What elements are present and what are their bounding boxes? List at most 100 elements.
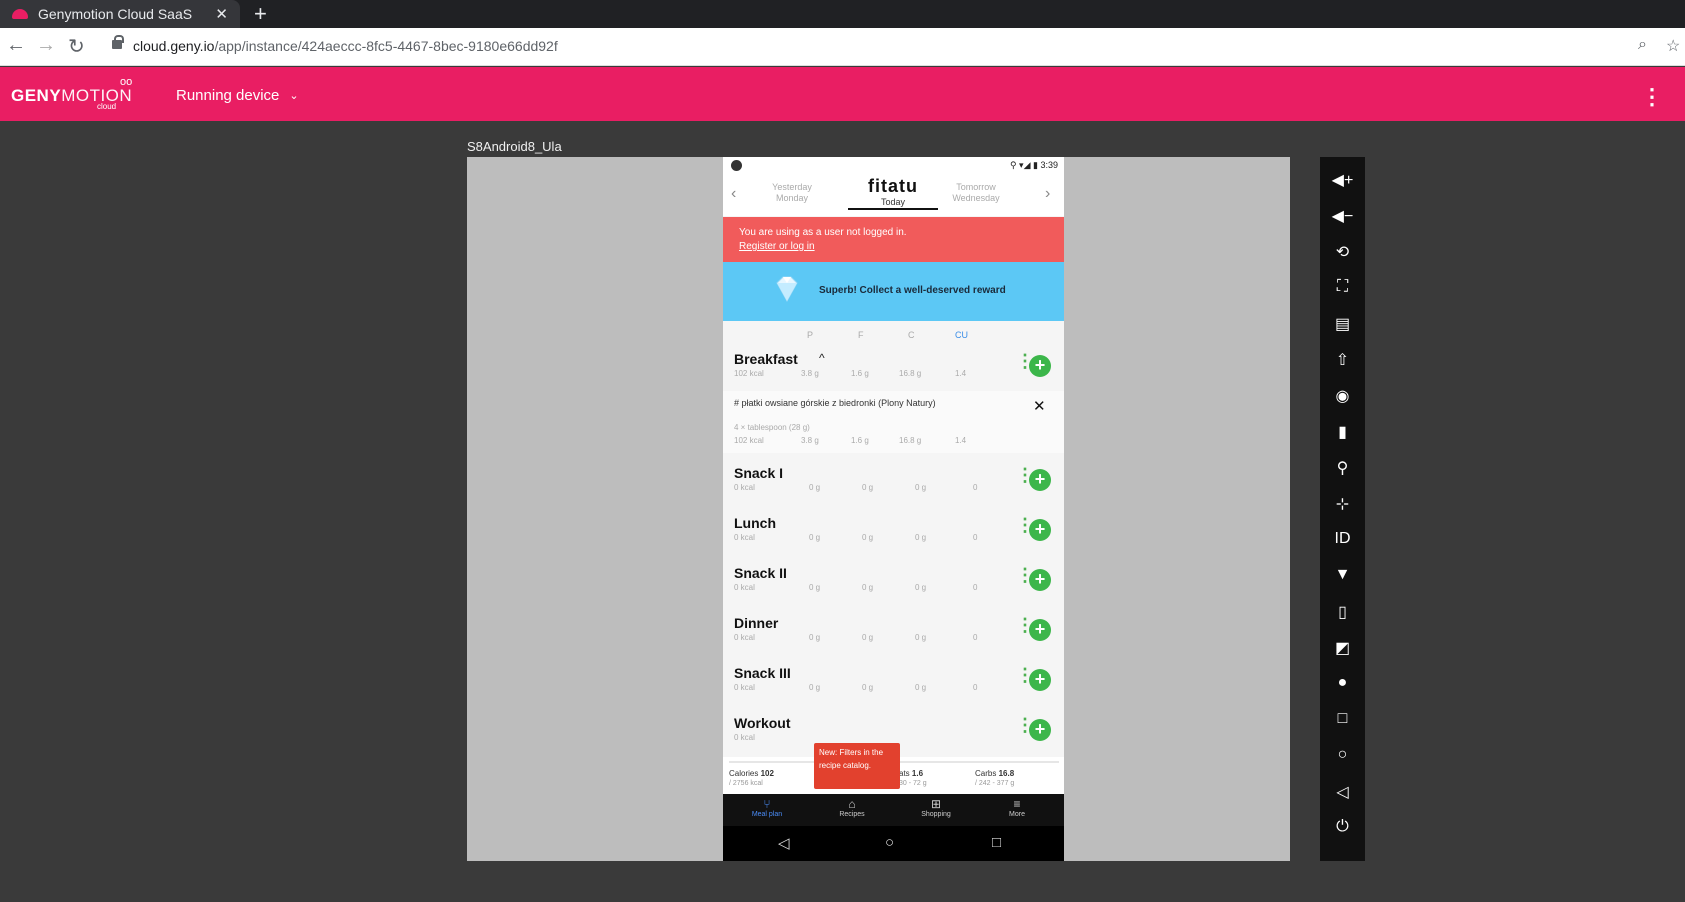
col-protein: P [807, 330, 814, 340]
screen-resize-icon[interactable]: ◩ [1320, 638, 1365, 658]
next-day-icon[interactable]: › [1045, 185, 1050, 203]
camera-icon[interactable]: ◉ [1320, 386, 1365, 406]
meal-kcal: 0 kcal [734, 633, 755, 642]
meal-fat: 0 g [862, 483, 874, 492]
login-alert: You are using as a user not logged in. R… [723, 217, 1064, 262]
rotate-icon[interactable]: ⟲ [1320, 242, 1365, 262]
meal-snack-2[interactable]: Snack II 0 kcal 0 g 0 g 0 g 0 ⋮ + [723, 565, 1064, 615]
running-device-label: Running device [176, 87, 280, 104]
add-food-button[interactable]: + [1029, 669, 1051, 691]
device-toolbar: ◀+ ◀− ⟲ ⛶ ▤ ⇧ ◉ ▮ ⚲ ⊹ ID ▼ ▯ ◩ ● □ ○ ◁ ⏻ [1320, 157, 1365, 861]
tab-title: Genymotion Cloud SaaS [38, 6, 193, 22]
url-path: /app/instance/424aeccc-8fc5-4467-8bec-91… [214, 38, 558, 54]
power-icon[interactable]: ⏻ [1320, 818, 1365, 836]
remove-product-icon[interactable]: ✕ [1033, 397, 1046, 415]
meal-fat: 0 g [862, 633, 874, 642]
nav-recipes[interactable]: ⌂ Recipes [822, 797, 882, 818]
meal-cu: 0 [973, 633, 978, 642]
prev-day-icon[interactable]: ‹ [731, 185, 736, 203]
android-nav-bar: ◁ ○ □ [723, 826, 1064, 861]
recent-apps-icon[interactable]: □ [1320, 710, 1365, 728]
back-button-icon[interactable]: ◁ [1320, 782, 1365, 802]
app-bottom-nav: ⑂ Meal plan ⌂ Recipes ⊞ Shopping ≡ More [723, 794, 1064, 826]
meal-dinner[interactable]: Dinner 0 kcal 0 g 0 g 0 g 0 ⋮ + [723, 615, 1064, 665]
product-cu: 1.4 [955, 436, 967, 445]
meal-kcal: 0 kcal [734, 533, 755, 542]
add-food-button[interactable]: + [1029, 569, 1051, 591]
register-link[interactable]: Register or log in [739, 240, 1064, 254]
home-icon[interactable]: ○ [1320, 746, 1365, 764]
chevron-up-icon[interactable]: ^ [819, 351, 825, 365]
wifi-icon[interactable]: ▼ [1320, 566, 1365, 584]
android-home-icon[interactable]: ○ [885, 834, 894, 851]
meal-fat: 1.6 g [851, 369, 869, 378]
meal-kcal: 102 kcal [734, 369, 764, 378]
volume-down-icon[interactable]: ◀− [1320, 206, 1365, 226]
meal-carbs: 0 g [915, 583, 927, 592]
product-kcal: 102 kcal [734, 436, 764, 445]
browser-tab[interactable]: Genymotion Cloud SaaS ✕ [0, 0, 240, 28]
volume-up-icon[interactable]: ◀+ [1320, 170, 1365, 190]
meal-cu: 0 [973, 533, 978, 542]
android-back-icon[interactable]: ◁ [778, 834, 790, 852]
add-food-button[interactable]: + [1029, 719, 1051, 741]
product-row[interactable]: # płatki owsiane górskie z biedronki (Pl… [723, 391, 1064, 453]
nav-meal-plan[interactable]: ⑂ Meal plan [737, 797, 797, 818]
diamond-icon [776, 276, 798, 303]
phone-screen[interactable]: ⚲ ▾◢ ▮ 3:39 ‹ Yesterday Monday fitatu Tod… [723, 157, 1064, 861]
today-tab[interactable]: fitatu Today [848, 176, 938, 210]
meal-kcal: 0 kcal [734, 733, 755, 742]
meal-cu: 0 [973, 583, 978, 592]
meal-protein: 0 g [809, 483, 821, 492]
more-menu-icon[interactable]: ⋮ [1641, 84, 1663, 110]
add-food-button[interactable]: + [1029, 619, 1051, 641]
android-recents-icon[interactable]: □ [992, 834, 1001, 851]
next-day[interactable]: Tomorrow Wednesday [949, 182, 1003, 204]
forward-icon[interactable]: → [36, 34, 56, 57]
nav-more[interactable]: ≡ More [987, 797, 1047, 818]
url-field[interactable]: cloud.geny.io/app/instance/424aeccc-8fc5… [133, 38, 558, 54]
meal-name: Lunch [734, 515, 776, 531]
meal-snack-3[interactable]: Snack III 0 kcal 0 g 0 g 0 g 0 ⋮ + [723, 665, 1064, 715]
meal-cu: 0 [973, 683, 978, 692]
fullscreen-icon[interactable]: ⛶ [1320, 278, 1365, 296]
clipboard-icon[interactable]: ▤ [1320, 314, 1365, 334]
gps-pin-icon[interactable]: ⚲ [1320, 458, 1365, 478]
prev-day[interactable]: Yesterday Monday [767, 182, 817, 204]
running-device-menu[interactable]: Running device ⌄ [176, 87, 299, 104]
fork-knife-icon: ⑂ [763, 797, 771, 811]
meal-lunch[interactable]: Lunch 0 kcal 0 g 0 g 0 g 0 ⋮ + [723, 515, 1064, 565]
upload-icon[interactable]: ⇧ [1320, 350, 1365, 370]
close-tab-icon[interactable]: ✕ [215, 5, 228, 23]
meal-kcal: 0 kcal [734, 583, 755, 592]
new-feature-tooltip[interactable]: New: Filters in the recipe catalog. [814, 743, 900, 789]
back-icon[interactable]: ← [6, 34, 26, 57]
nav-shopping[interactable]: ⊞ Shopping [906, 797, 966, 818]
reload-icon[interactable]: ↻ [68, 34, 85, 59]
meal-carbs: 16.8 g [899, 369, 922, 378]
add-food-button[interactable]: + [1029, 469, 1051, 491]
genymotion-favicon-icon [12, 9, 28, 19]
reward-banner[interactable]: Superb! Collect a well-deserved reward [723, 262, 1064, 321]
capture-icon[interactable]: ⊹ [1320, 494, 1365, 514]
meal-snack-1[interactable]: Snack I 0 kcal 0 g 0 g 0 g 0 ⋮ + [723, 465, 1064, 515]
add-food-button[interactable]: + [1029, 519, 1051, 541]
battery-icon[interactable]: ▮ [1320, 422, 1365, 442]
disk-io-icon[interactable]: ● [1320, 674, 1365, 692]
meal-carbs: 0 g [915, 483, 927, 492]
product-name: # płatki owsiane górskie z biedronki (Pl… [734, 398, 936, 408]
add-food-button[interactable]: + [1029, 355, 1051, 377]
address-bar: ← → ↻ cloud.geny.io/app/instance/424aecc… [0, 28, 1685, 66]
new-tab-button[interactable]: + [254, 1, 267, 27]
meal-protein: 3.8 g [801, 369, 819, 378]
col-cu[interactable]: CU [955, 330, 968, 340]
device-id-icon[interactable]: ID [1320, 530, 1365, 548]
phone-sms-icon[interactable]: ▯ [1320, 602, 1365, 622]
bookmark-star-icon[interactable]: ☆ [1666, 36, 1680, 56]
product-serving: 4 × tablespoon (28 g) [734, 423, 810, 432]
fitatu-logo: fitatu [868, 176, 918, 196]
meal-name: Snack I [734, 465, 784, 481]
zoom-icon[interactable]: ⌕ [1638, 36, 1647, 54]
carbs-total: Carbs 16.8 / 242 - 377 g [975, 769, 1015, 787]
genymotion-header: GENYMOTION cloud oo Running device ⌄ ⋮ [0, 67, 1685, 121]
